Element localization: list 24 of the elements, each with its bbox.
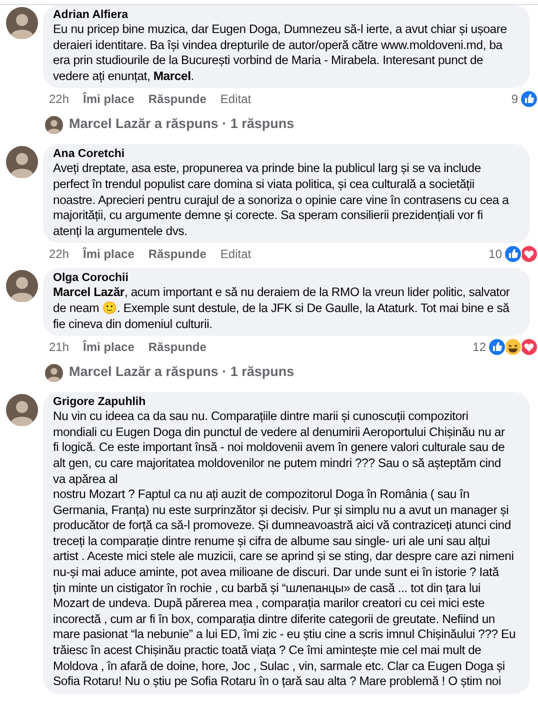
edited-label: Editat	[220, 246, 252, 264]
replies-link[interactable]: Marcel Lazăr a răspuns · 1 răspuns	[69, 114, 294, 134]
timestamp[interactable]: 22h	[49, 90, 70, 108]
reply-link[interactable]: Răspunde	[148, 338, 206, 356]
reaction-count[interactable]: 12	[472, 338, 486, 356]
replies-link[interactable]: Marcel Lazăr a răspuns · 1 răspuns	[69, 362, 294, 382]
comment-text: Marcel Lazăr, acum important e să nu deraiem de la RMO la vreun lider politic, salvator de neam 🙂. Exemple sunt destule, de la JFK si De Gaulle, la Ataturk. Tot mai bine e să fie cineva din domeniul culturii.	[53, 285, 511, 332]
author-name[interactable]: Adrian Alfiera	[53, 8, 520, 22]
reaction-count[interactable]: 9	[511, 90, 518, 108]
timestamp[interactable]: 21h	[49, 338, 70, 356]
author-name[interactable]: Grigore Zapuhlih	[53, 395, 520, 410]
author-name[interactable]: Ana Coretchi	[53, 147, 520, 162]
edited-label: Editat	[220, 91, 252, 108]
timestamp[interactable]: 22h	[49, 245, 70, 264]
comment-text: Aveți dreptate, asa este, propunerea va prinde bine la publicul larg și se va include perfect în trendul populist care domina si viata politica, și cea culturală a societății noastre. Aprecieri pentru curajul de a sonoriza o opinie care vine în contrasens cu cea a majorității, cu argumente demne și corecte. Sa speram consilierii prezidențiali vor fi atenți la argumentele dvs.	[53, 161, 510, 240]
like-link[interactable]: Îmi place	[83, 245, 134, 264]
comment-text: Nu vin cu ideea ca da sau nu. Comparațiile dintre marii și cunoscuții compozitori mondiali cu Eugen Doga din punctul de vedere al denumirii Aeroportului Chișinău nu ar fi logică. Ce este important însă - noi moldovenii avem în genere valori culturale sau de alt gen, cu care majoritatea moldovenilor ne putem mindri ??? Sau o să așteptăm cind va apărea al nostru Mozart ? Faptul ca nu ați auzit de compozitorul Doga în România ( sau în Germania, Franța) nu este surprinzător și decisiv. Pur și simplu nu a avut un manager și producător de forță ca să-l promoveze. Și dumneavoastră aici vă contraziceți atunci cind treceți la comparație dintre renume și cifra de albume sau single- uri ale uni sau alțui artist . Aceste mici stele ale muzicii, care se aprind și se sting, dar despre care azi nimeni nu-și mai aduce aminte, pot avea milioane de discuri. Dar unde sunt ei în istorie ? Iată țin minte un cistigator în rochie , cu barbă și “шлепанцы» de casă ... tot din țara lui Mozart de undeva. După părerea mea , comparația marilor creatori cu cei mici este incorectă , cum ar fi în box, comparația dintre diferite categorii de greutate. Nefiind un mare pasionat “la nebunie” a lui ED, îmi zic - eu știu cine a scris imnul Chișinăului ??? Eu trăiesc în acest Chișinău practic toată viața ? Ce îmi amintește mie cel mai mult de Moldova , în afară de doine, hore, Joc , Sulac , vin, sarmale etc. Clar ca Eugen Doga și Sofia Rotaru! Nu o știu pe Sofia Rotaru în o țară sau alta ? Mare problemă ! O știm noi	[53, 409, 517, 690]
reply-link[interactable]: Răspunde	[148, 90, 206, 108]
author-name[interactable]: Olga Corochii	[53, 271, 520, 286]
like-link[interactable]: Îmi place	[83, 338, 134, 356]
like-link[interactable]: Îmi place	[83, 90, 134, 108]
reply-link[interactable]: Răspunde	[148, 245, 206, 264]
reaction-count[interactable]: 10	[488, 245, 502, 264]
comment-text: Eu nu pricep bine muzica, dar Eugen Doga, Dumnezeu să-l ierte, a avut chiar și ușoare deraieri identitare. Ba își vindea drepturile de autor/operă către www.moldoveni.md, ba era prin studiourile de la București vorbind de Maria - Mirabela. Interesant punct de vedere ați enunțat, Marcel.	[53, 22, 508, 84]
